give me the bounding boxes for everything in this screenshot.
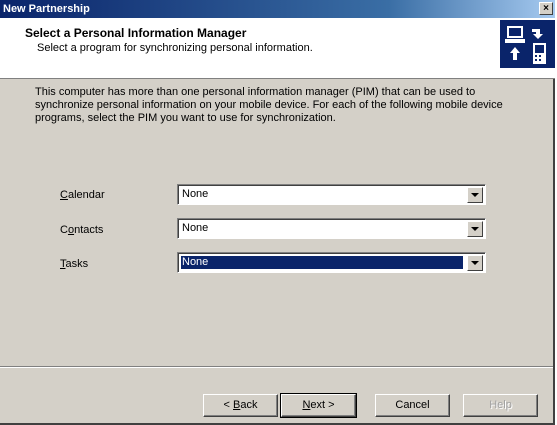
- sync-devices-icon: [500, 20, 555, 68]
- back-button[interactable]: < Back: [203, 394, 278, 417]
- calendar-label: Calendar: [60, 189, 105, 201]
- tasks-label: Tasks: [60, 258, 89, 270]
- contacts-select[interactable]: None: [177, 218, 486, 239]
- header-subtitle: Select a program for synchronizing perso…: [37, 42, 313, 54]
- chevron-down-icon[interactable]: [467, 187, 483, 203]
- title-bar: New Partnership ×: [0, 0, 555, 18]
- close-button[interactable]: ×: [539, 2, 553, 15]
- close-icon: ×: [543, 3, 549, 14]
- help-button[interactable]: Help: [463, 394, 538, 417]
- calendar-select[interactable]: None: [177, 184, 486, 205]
- new-partnership-dialog: New Partnership × Select a Personal Info…: [0, 0, 555, 425]
- header-title: Select a Personal Information Manager: [25, 26, 247, 40]
- window-title: New Partnership: [3, 3, 90, 15]
- tasks-value: None: [180, 255, 464, 270]
- tasks-select[interactable]: None: [177, 252, 486, 273]
- calendar-value: None: [182, 188, 209, 200]
- chevron-down-icon[interactable]: [467, 255, 483, 271]
- contacts-label: Contacts: [60, 224, 104, 236]
- next-button[interactable]: Next >: [280, 393, 357, 418]
- wizard-header: Select a Personal Information Manager Se…: [0, 18, 555, 79]
- cancel-button[interactable]: Cancel: [375, 394, 450, 417]
- contacts-value: None: [182, 222, 209, 234]
- chevron-down-icon[interactable]: [467, 221, 483, 237]
- description-text: This computer has more than one personal…: [35, 86, 503, 124]
- button-divider: [0, 366, 553, 368]
